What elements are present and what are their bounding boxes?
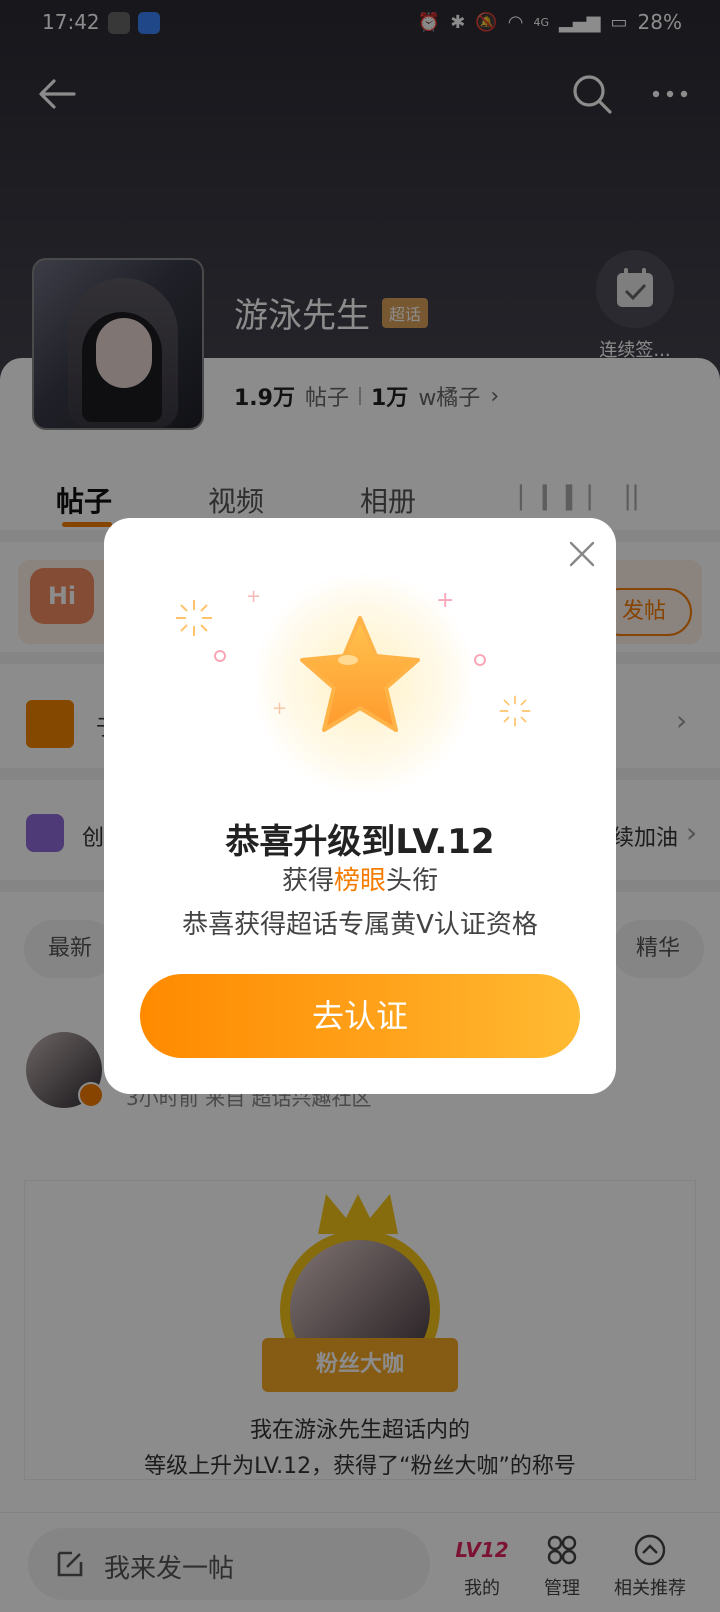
circle-decoration-icon: [214, 650, 226, 662]
sparkle-icon: [176, 600, 212, 636]
close-icon[interactable]: [566, 538, 598, 570]
plus-decoration-icon: +: [272, 698, 288, 719]
dialog-subtitle-suffix: 头衔: [386, 866, 439, 896]
star-icon: [300, 616, 420, 732]
circle-decoration-icon: [474, 654, 486, 666]
sparkle-icon: [499, 695, 531, 727]
plus-decoration-icon: +: [436, 588, 455, 613]
plus-decoration-icon: +: [246, 586, 262, 607]
dialog-subtitle: 获得榜眼头衔: [104, 860, 616, 897]
dialog-subtitle-prefix: 获得: [281, 866, 334, 896]
dialog-subtitle-highlight: 榜眼: [333, 866, 386, 896]
levelup-dialog: + + + 恭喜升级到LV.12 获得榜眼头衔 恭喜获得超话专属黄V认证资格 去…: [104, 518, 616, 1094]
dialog-description: 恭喜获得超话专属黄V认证资格: [182, 910, 538, 940]
verify-button[interactable]: 去认证: [140, 974, 580, 1058]
dialog-title: 恭喜升级到LV.12: [225, 822, 495, 862]
